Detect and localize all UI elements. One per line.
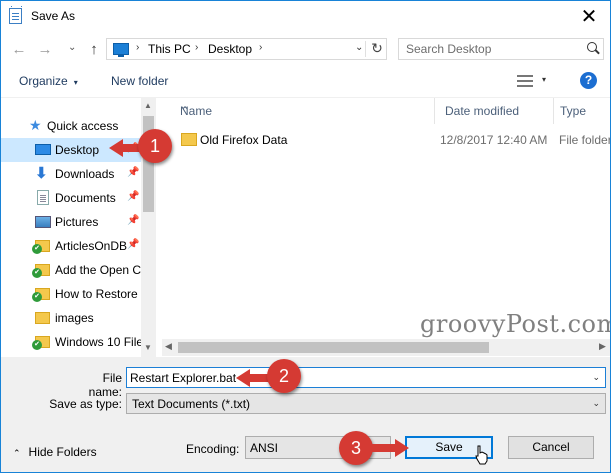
recent-locations-caret-icon[interactable]: ⌄ [68,42,76,53]
nav-item-label: images [55,311,94,325]
chevron-down-icon[interactable]: ⌄ [592,372,600,383]
close-button[interactable]: ✕ [574,3,604,29]
hide-folders-label: Hide Folders [28,445,97,459]
chevron-up-icon: ⌃ [13,448,21,458]
view-options-icon[interactable] [517,75,533,87]
star-icon: ★ [29,117,42,133]
nav-item-label: Quick access [47,119,119,133]
breadcrumb-separator-icon: › [136,42,140,53]
save-as-dialog: Save As ✕ ← → ⌄ ↑ › This PC › Desktop › … [0,0,611,473]
desktop-icon [35,144,51,155]
scroll-right-icon[interactable]: ▶ [599,341,606,352]
save-as-type-value: Text Documents (*.txt) [132,397,251,411]
watermark: groovyPost.com [420,310,611,338]
encoding-value: ANSI [250,441,279,455]
nav-item-windows-10-file[interactable]: Windows 10 File [1,330,141,354]
savetype-label: Save as type: [49,397,122,411]
search-box[interactable]: Search Desktop [398,38,604,60]
organize-button[interactable]: Organize ▾ [19,74,78,88]
column-header-type[interactable]: Type [554,98,610,124]
pictures-icon [35,216,51,228]
annotation-badge-1: 1 [138,129,172,163]
download-icon: ⬇ [35,165,48,182]
nav-item-quick-access[interactable]: ★ Quick access [1,114,141,138]
cursor-hand-icon [475,445,488,465]
forward-arrow-icon[interactable]: → [36,41,54,58]
file-list: Name ⌃ Date modified Type Old Firefox Da… [162,98,610,357]
help-icon[interactable]: ? [580,72,597,89]
chevron-down-icon[interactable]: ⌄ [592,398,600,409]
folder-icon [35,312,50,324]
search-icon[interactable] [587,42,597,52]
browser-panes: ★ Quick access Desktop 📌 ⬇ Downloads 📌 D… [1,98,610,357]
folder-icon [181,133,197,146]
pin-icon: 📌 [127,215,140,226]
nav-item-images[interactable]: images [1,306,141,330]
documents-icon [37,190,49,205]
scroll-thumb[interactable] [178,342,489,353]
cancel-button[interactable]: Cancel [508,436,594,459]
nav-item-label: Windows 10 File [55,335,141,349]
nav-item-how-to-restore[interactable]: How to Restore t [1,282,141,306]
nav-item-downloads[interactable]: ⬇ Downloads 📌 [1,162,141,186]
title-bar: Save As ✕ [1,1,610,32]
nav-item-pictures[interactable]: Pictures 📌 [1,210,141,234]
breadcrumb-separator-icon: › [195,42,199,53]
back-arrow-icon[interactable]: ← [10,41,28,58]
file-type: File folder [559,133,611,147]
refresh-icon[interactable]: ↻ [369,40,385,57]
window-title: Save As [31,9,76,23]
scroll-down-icon[interactable]: ▼ [144,343,152,352]
pin-icon: 📌 [127,167,140,178]
filename-input[interactable] [130,370,570,386]
encoding-label: Encoding: [186,442,240,456]
pin-icon: 📌 [127,191,140,202]
address-dropdown-icon[interactable]: ⌄ [355,42,363,53]
pin-icon: 📌 [127,239,140,250]
table-row[interactable]: Old Firefox Data 12/8/2017 12:40 AM File… [162,129,610,151]
annotation-arrow-3 [361,439,409,457]
view-caret-icon[interactable]: ▾ [542,75,546,84]
breadcrumb-this-pc[interactable]: This PC [148,42,191,56]
breadcrumb-desktop[interactable]: Desktop [208,42,252,56]
nav-item-documents[interactable]: Documents 📌 [1,186,141,210]
search-placeholder[interactable]: Search Desktop [406,42,491,56]
folder-check-icon [32,264,50,278]
filename-field[interactable]: ⌄ [126,367,606,388]
folder-check-icon [32,336,50,350]
navigation-bar: ← → ⌄ ↑ › This PC › Desktop › ⌄ ↻ Search… [1,32,610,66]
scroll-left-icon[interactable]: ◀ [165,341,172,352]
address-divider [365,41,366,57]
hide-folders-button[interactable]: ⌃ Hide Folders [13,445,97,459]
file-date: 12/8/2017 12:40 AM [440,133,548,147]
nav-item-add-the-open[interactable]: Add the Open C [1,258,141,282]
column-label: Type [560,104,587,118]
column-label: Date modified [445,104,520,118]
folder-check-icon [32,288,50,302]
horizontal-scrollbar[interactable]: ◀ ▶ [162,339,610,356]
new-folder-button[interactable]: New folder [111,74,168,88]
address-bar[interactable]: › This PC › Desktop › ⌄ ↻ [106,38,387,60]
filename-label: File name: [88,371,122,399]
nav-item-label: Add the Open C [55,263,141,277]
up-arrow-icon[interactable]: ↑ [85,41,103,58]
navigation-pane: ★ Quick access Desktop 📌 ⬇ Downloads 📌 D… [1,98,156,357]
sort-caret-icon: ⌃ [180,104,191,118]
this-pc-icon [113,43,129,57]
nav-item-label: How to Restore t [55,287,141,301]
command-bar: Organize ▾ New folder ▾ ? [1,66,610,98]
folder-check-icon [32,240,50,254]
column-header-name[interactable]: Name ⌃ [170,98,435,124]
notepad-icon [9,6,22,24]
organize-label: Organize [19,74,68,88]
annotation-badge-2: 2 [267,359,301,393]
organize-caret-icon: ▾ [73,78,78,87]
column-header-date[interactable]: Date modified [435,98,554,124]
save-as-type-select[interactable]: Text Documents (*.txt) ⌄ [126,393,606,414]
breadcrumb-separator-icon: › [259,42,263,53]
nav-item-articlesondb[interactable]: ArticlesOnDB 📌 [1,234,141,258]
file-name: Old Firefox Data [200,133,288,147]
scroll-up-icon[interactable]: ▲ [144,101,152,110]
